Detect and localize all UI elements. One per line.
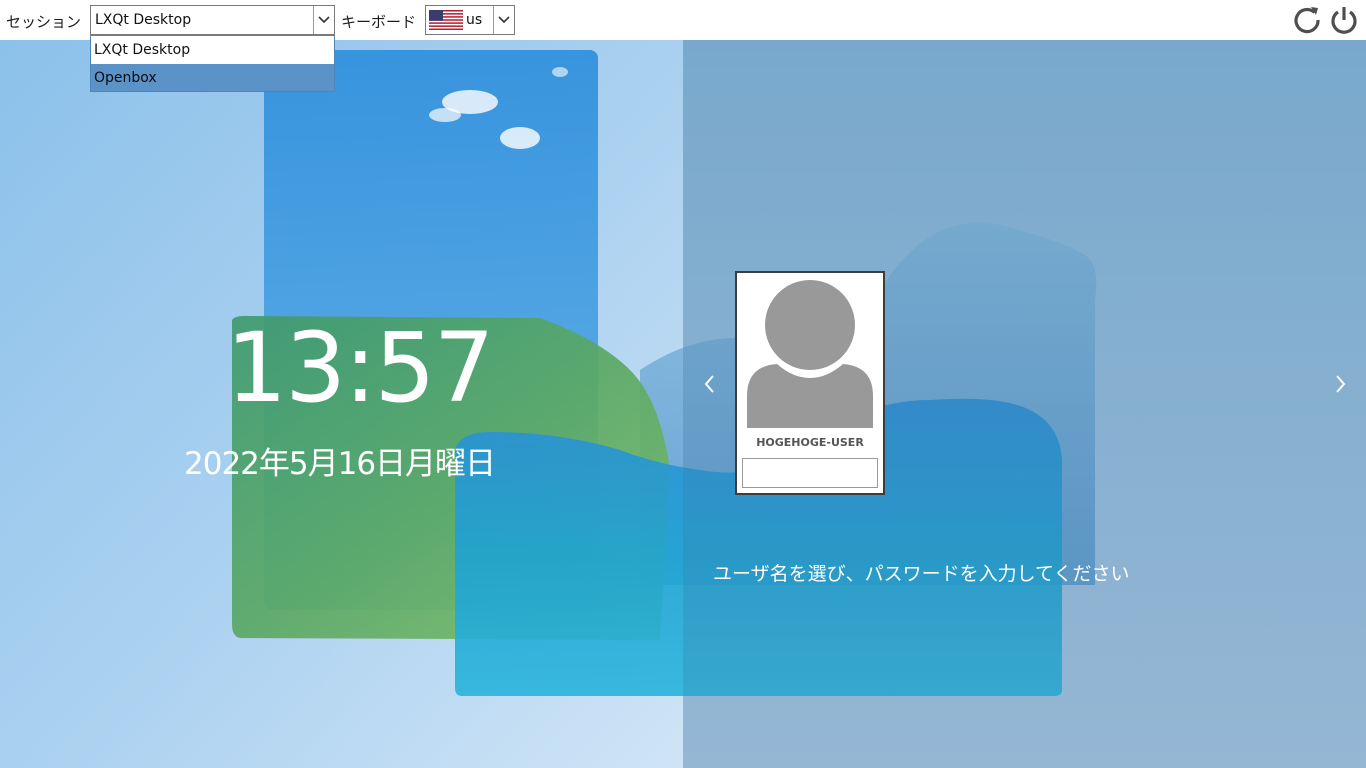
power-icon[interactable]	[1328, 4, 1360, 36]
login-prompt: ユーザ名を選び、パスワードを入力してください	[713, 563, 1130, 585]
keyboard-layout-value: us	[466, 12, 483, 28]
user-name: HOGEHOGE-USER	[756, 436, 864, 449]
chevron-down-icon[interactable]	[493, 6, 514, 34]
session-label: セッション	[6, 13, 82, 31]
session-dropdown-list: LXQt Desktop Openbox	[90, 35, 335, 92]
session-select[interactable]: LXQt Desktop	[90, 5, 335, 35]
chevron-down-icon[interactable]	[313, 6, 334, 34]
session-option-openbox[interactable]: Openbox	[91, 64, 334, 91]
wallpaper	[0, 40, 1366, 768]
clock-date: 2022年5月16日月曜日	[184, 446, 496, 482]
top-bar: セッション LXQt Desktop キーボード us	[0, 0, 1366, 40]
us-flag-icon	[429, 10, 463, 30]
restart-icon[interactable]	[1291, 4, 1323, 36]
session-option-lxqt[interactable]: LXQt Desktop	[91, 36, 334, 63]
chevron-left-icon[interactable]	[700, 372, 720, 396]
session-select-value: LXQt Desktop	[95, 12, 192, 28]
clock-time: 13:57	[226, 312, 495, 424]
chevron-right-icon[interactable]	[1330, 372, 1350, 396]
keyboard-layout-select[interactable]: us	[425, 5, 515, 35]
keyboard-label: キーボード	[341, 13, 417, 31]
user-card[interactable]: HOGEHOGE-USER	[735, 271, 885, 495]
user-avatar-icon	[745, 278, 875, 428]
password-field[interactable]	[742, 458, 878, 488]
